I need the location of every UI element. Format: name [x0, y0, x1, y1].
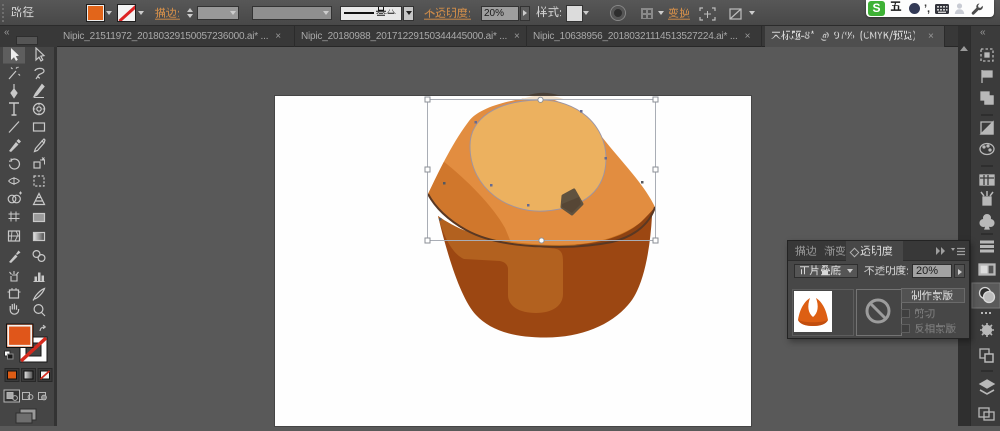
- svg-text:«: «: [980, 27, 986, 38]
